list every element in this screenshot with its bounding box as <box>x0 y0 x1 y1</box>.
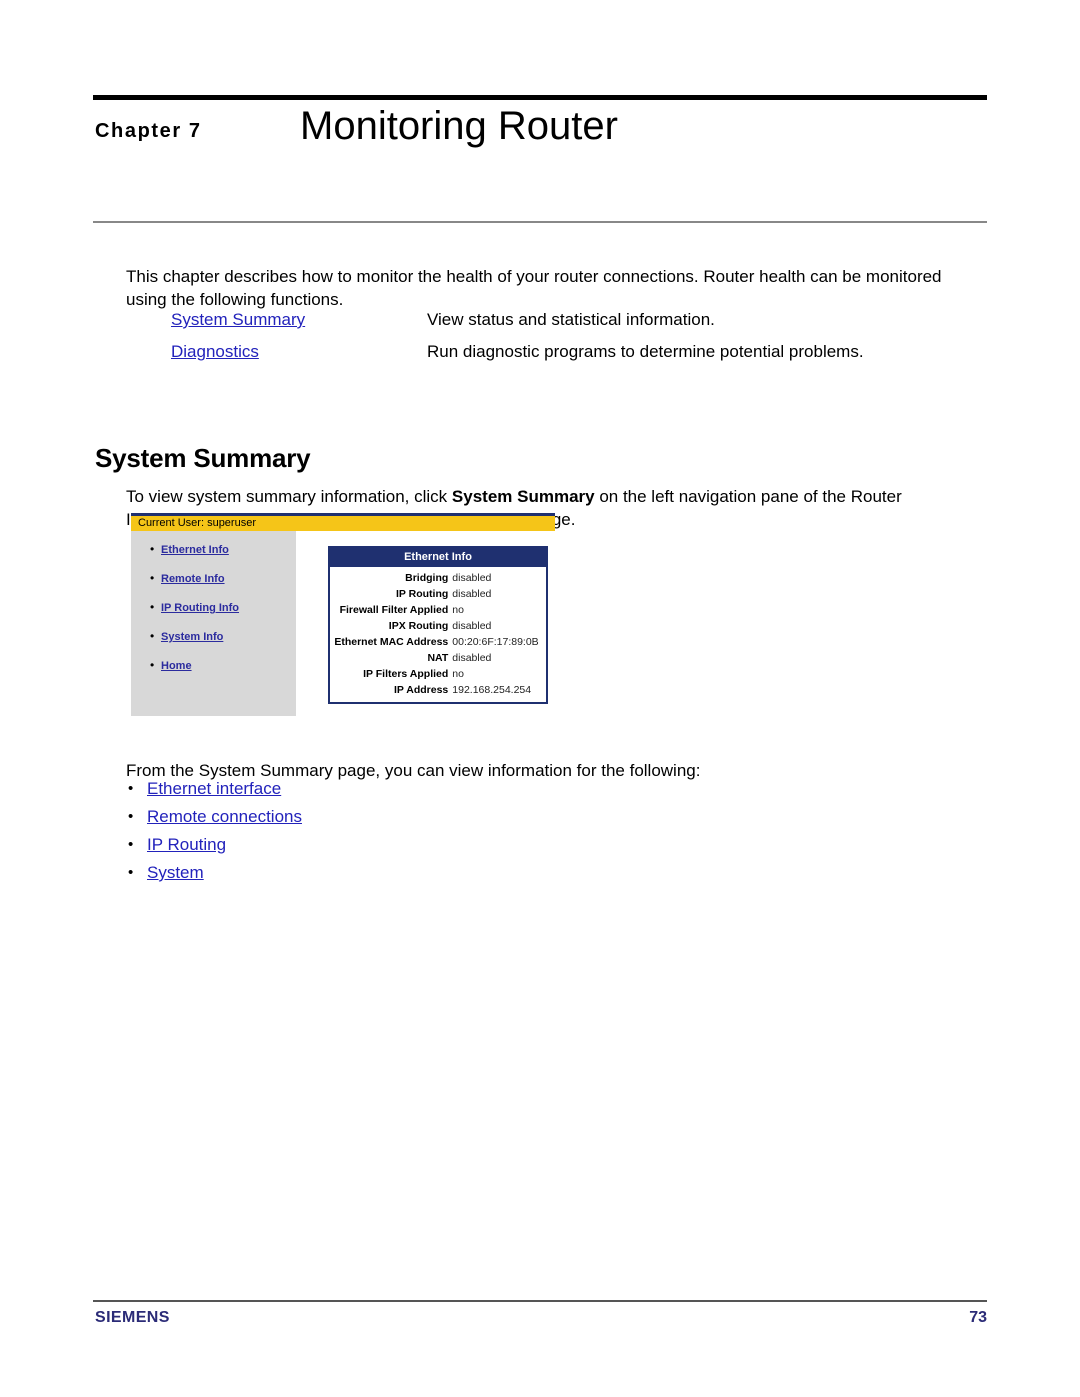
table-row: System Summary View status and statistic… <box>171 308 971 340</box>
ethernet-info-panel-title: Ethernet Info <box>330 548 546 567</box>
table-row: NAT disabled <box>330 650 546 666</box>
link-remote-connections[interactable]: Remote connections <box>147 807 302 826</box>
function-description-cell: View status and statistical information. <box>427 310 715 329</box>
table-row: IP Routing disabled <box>330 586 546 602</box>
chapter-title: Monitoring Router <box>300 104 618 148</box>
footer-rule <box>93 1300 987 1302</box>
chapter-label: Chapter 7 <box>95 120 202 142</box>
link-system-summary[interactable]: System Summary <box>171 310 305 329</box>
ethernet-info-table: Bridging disabled IP Routing disabled Fi… <box>330 570 546 698</box>
table-row: Diagnostics Run diagnostic programs to d… <box>171 340 971 372</box>
table-row: IPX Routing disabled <box>330 618 546 634</box>
nav-item-remote-info[interactable]: Remote Info <box>161 573 225 585</box>
row-value: disabled <box>452 571 492 584</box>
list-item: Remote connections <box>126 803 302 831</box>
section-heading-system-summary: System Summary <box>95 442 311 473</box>
closing-bullet-list: Ethernet interface Remote connections IP… <box>126 775 302 887</box>
footer-page-number: 73 <box>969 1309 987 1326</box>
row-value: no <box>452 603 464 616</box>
function-link-cell: System Summary <box>171 308 427 340</box>
row-value: 00:20:6F:17:89:0B <box>452 635 539 648</box>
nav-list: Ethernet Info Remote Info IP Routing Inf… <box>131 531 296 672</box>
list-item: Ethernet interface <box>126 775 302 803</box>
footer-brand: SIEMENS <box>95 1309 170 1326</box>
table-row: Bridging disabled <box>330 570 546 586</box>
nav-item-ethernet-info[interactable]: Ethernet Info <box>161 544 229 556</box>
link-ip-routing[interactable]: IP Routing <box>147 835 226 854</box>
intro-paragraph: This chapter describes how to monitor th… <box>126 267 942 309</box>
nav-item-ip-routing-info[interactable]: IP Routing Info <box>161 602 239 614</box>
row-value: disabled <box>452 619 492 632</box>
list-item: IP Routing <box>126 831 302 859</box>
list-item: Remote Info <box>150 572 296 585</box>
current-user-bar: Current User: superuser <box>131 516 555 531</box>
nav-item-home[interactable]: Home <box>161 660 192 672</box>
list-item: Ethernet Info <box>150 543 296 556</box>
row-label: Firewall Filter Applied <box>339 603 449 616</box>
row-label: IP Filters Applied <box>363 667 449 680</box>
row-label: IPX Routing <box>388 619 449 632</box>
function-link-cell: Diagnostics <box>171 340 427 372</box>
function-description-cell: Run diagnostic programs to determine pot… <box>427 342 864 361</box>
row-label: IP Address <box>394 683 449 696</box>
list-item: System Info <box>150 630 296 643</box>
left-navigation-pane: Ethernet Info Remote Info IP Routing Inf… <box>131 531 296 716</box>
nav-item-system-info[interactable]: System Info <box>161 631 223 643</box>
row-label: IP Routing <box>395 587 449 600</box>
section-body-part1: To view system summary information, clic… <box>126 487 452 506</box>
header-rule-thin <box>93 221 987 223</box>
link-diagnostics[interactable]: Diagnostics <box>171 342 259 361</box>
list-item: IP Routing Info <box>150 601 296 614</box>
ethernet-info-panel: Ethernet Info Bridging disabled IP Routi… <box>328 546 548 704</box>
header-rule-thick <box>93 95 987 100</box>
row-value: 192.168.254.254 <box>452 683 532 696</box>
list-item: Home <box>150 659 296 672</box>
table-row: IP Address 192.168.254.254 <box>330 682 546 698</box>
list-item: System <box>126 859 302 887</box>
link-system[interactable]: System <box>147 863 204 882</box>
function-list-table: System Summary View status and statistic… <box>171 308 971 372</box>
row-value: disabled <box>452 587 492 600</box>
row-label: Ethernet MAC Address <box>334 635 449 648</box>
table-row: IP Filters Applied no <box>330 666 546 682</box>
row-label: NAT <box>427 651 449 664</box>
row-value: no <box>452 667 464 680</box>
table-row: Ethernet MAC Address 00:20:6F:17:89:0B <box>330 634 546 650</box>
table-row: Firewall Filter Applied no <box>330 602 546 618</box>
row-value: disabled <box>452 651 492 664</box>
link-ethernet-interface[interactable]: Ethernet interface <box>147 779 281 798</box>
router-screenshot-figure: Current User: superuser Ethernet Info Re… <box>131 513 555 718</box>
row-label: Bridging <box>405 571 449 584</box>
section-body-bold: System Summary <box>451 487 595 506</box>
